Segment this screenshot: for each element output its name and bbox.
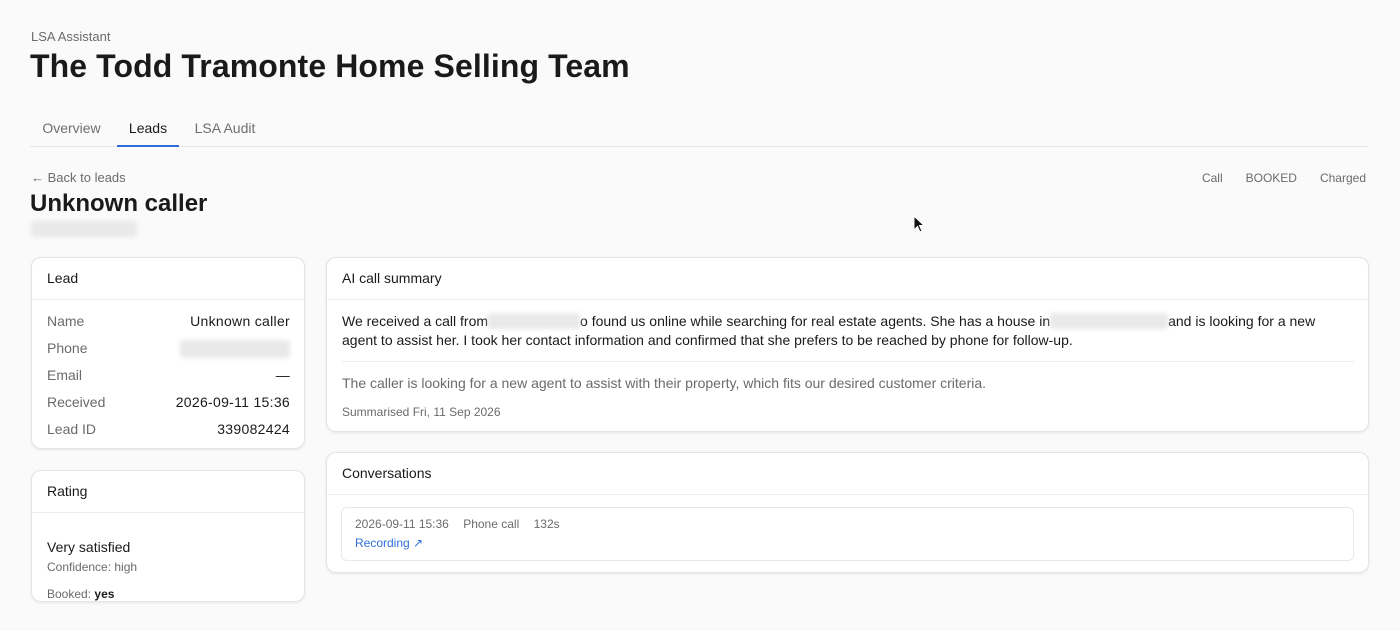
booked-label: Booked: xyxy=(47,587,92,601)
conversation-item: 2026-09-11 15:36 Phone call 132s Recordi… xyxy=(341,507,1354,561)
lead-tags: Call BOOKED Charged xyxy=(1202,171,1366,185)
summary-divider xyxy=(342,361,1354,362)
lead-field-label: Lead ID xyxy=(47,421,97,437)
summary-date: Summarised Fri, 11 Sep 2026 xyxy=(342,405,501,419)
lead-field-value: Unknown caller xyxy=(190,313,290,329)
lead-card-title: Lead xyxy=(32,258,304,300)
redacted-caller-name xyxy=(488,313,581,329)
lead-field-label: Received xyxy=(47,394,106,410)
back-to-leads-link[interactable]: ← Back to leads xyxy=(31,170,126,185)
lead-card: Lead Name Unknown caller Phone Email — R… xyxy=(31,257,305,449)
lead-field-received: Received 2026-09-11 15:36 xyxy=(47,394,290,414)
lead-field-phone: Phone xyxy=(47,340,290,360)
redacted-subtitle xyxy=(31,221,137,237)
conversation-meta: 2026-09-11 15:36 Phone call 132s xyxy=(355,517,571,531)
conversation-duration: 132s xyxy=(533,517,560,531)
lead-field-label: Phone xyxy=(47,340,88,356)
rating-confidence: Confidence: high xyxy=(47,560,138,574)
summary-text-part: o found us online while searching for re… xyxy=(580,313,1051,329)
ai-summary-title: AI call summary xyxy=(327,258,1368,300)
mouse-cursor-icon xyxy=(913,215,925,233)
tab-bar: Overview Leads LSA Audit xyxy=(30,110,1368,147)
lead-field-name: Name Unknown caller xyxy=(47,313,290,333)
summary-text-part: We received a call from xyxy=(342,313,489,329)
rating-card-title: Rating xyxy=(32,471,304,513)
rating-value: Very satisfied xyxy=(47,539,131,555)
tab-lsa-audit[interactable]: LSA Audit xyxy=(183,110,267,147)
conversation-type: Phone call xyxy=(463,517,520,531)
tag-call: Call xyxy=(1201,171,1223,185)
rating-card: Rating Very satisfied Confidence: high B… xyxy=(31,470,305,602)
summary-note: The caller is looking for a new agent to… xyxy=(342,375,987,391)
rating-booked: Booked: yes xyxy=(47,587,114,601)
conversation-datetime: 2026-09-11 15:36 xyxy=(355,517,449,531)
lead-field-label: Email xyxy=(47,367,83,383)
summary-text: We received a call from o found us online… xyxy=(342,312,1342,350)
lead-field-label: Name xyxy=(47,313,85,329)
lead-title: Unknown caller xyxy=(30,190,208,217)
tab-leads[interactable]: Leads xyxy=(117,110,179,147)
tab-overview[interactable]: Overview xyxy=(30,110,113,147)
conversations-title: Conversations xyxy=(327,453,1368,495)
lead-field-value: 2026-09-11 15:36 xyxy=(175,394,290,410)
ai-summary-card: AI call summary We received a call from o… xyxy=(326,257,1369,432)
tag-booked: BOOKED xyxy=(1245,171,1297,185)
page-title: The Todd Tramonte Home Selling Team xyxy=(30,48,630,84)
booked-value: yes xyxy=(94,587,115,601)
recording-link[interactable]: Recording ↗ xyxy=(355,536,423,550)
redacted-phone xyxy=(180,340,290,358)
lead-field-lead-id: Lead ID 339082424 xyxy=(47,421,290,441)
conversations-card: Conversations 2026-09-11 15:36 Phone cal… xyxy=(326,452,1369,573)
lead-field-value: — xyxy=(275,367,290,383)
redacted-location xyxy=(1050,313,1169,329)
lead-field-email: Email — xyxy=(47,367,290,387)
lead-field-value: 339082424 xyxy=(217,421,290,437)
tag-charged: Charged xyxy=(1319,171,1366,185)
app-label: LSA Assistant xyxy=(31,29,111,44)
